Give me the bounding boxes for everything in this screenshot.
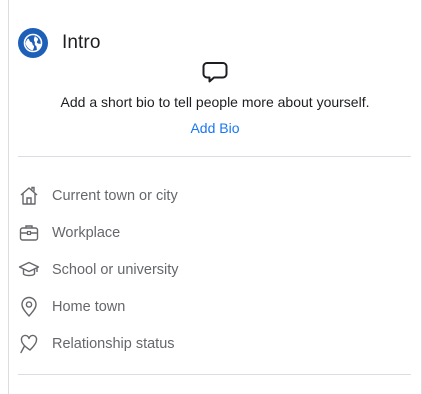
intro-header: Intro — [18, 27, 101, 59]
house-icon — [18, 185, 40, 207]
divider-bottom — [18, 374, 411, 375]
details-list: Current town or city Workplace School or… — [18, 177, 408, 362]
divider — [18, 156, 411, 157]
add-bio-link[interactable]: Add Bio — [8, 119, 422, 137]
detail-label-workplace: Workplace — [52, 224, 121, 241]
detail-label-relationship: Relationship status — [52, 335, 175, 352]
briefcase-icon — [18, 222, 40, 244]
speech-bubble-icon — [202, 62, 228, 83]
location-pin-icon — [18, 296, 40, 318]
detail-label-home-town: Home town — [52, 298, 126, 315]
bio-section: Add a short bio to tell people more abou… — [8, 58, 422, 137]
detail-item-current-town[interactable]: Current town or city — [18, 177, 408, 214]
detail-item-relationship[interactable]: Relationship status — [18, 325, 408, 362]
graduation-cap-icon — [18, 259, 40, 281]
detail-label-school: School or university — [52, 261, 179, 278]
globe-icon — [18, 28, 48, 58]
detail-item-workplace[interactable]: Workplace — [18, 214, 408, 251]
intro-title: Intro — [62, 32, 101, 53]
detail-label-current-town: Current town or city — [52, 187, 178, 204]
detail-item-home-town[interactable]: Home town — [18, 288, 408, 325]
bio-prompt-text: Add a short bio to tell people more abou… — [60, 94, 370, 110]
detail-item-school[interactable]: School or university — [18, 251, 408, 288]
heart-icon — [18, 333, 40, 355]
